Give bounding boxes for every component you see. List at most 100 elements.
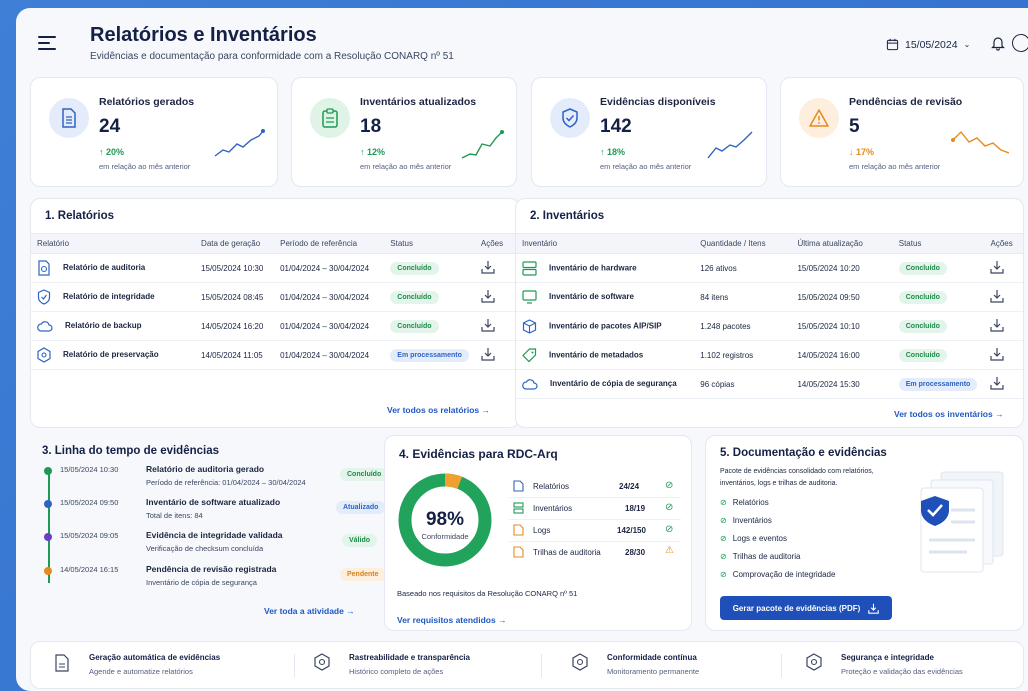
table-row[interactable]: Relatório de backup 14/05/2024 16:20 01/…: [31, 311, 519, 341]
docs-item: ⊘ Inventários: [720, 516, 835, 534]
report-date: 14/05/2024 11:05: [195, 340, 275, 370]
section-title: 4. Evidências para RDC-Arq: [399, 447, 558, 461]
check-circle-icon: ⊘: [720, 534, 727, 543]
warning-icon: ⚠: [665, 545, 674, 556]
docs-item-label: Relatórios: [732, 498, 769, 507]
report-period: 01/04/2024 – 30/04/2024: [274, 340, 385, 370]
table-row[interactable]: Relatório de integridade 15/05/2024 08:4…: [31, 282, 519, 312]
download-icon[interactable]: [990, 260, 1005, 274]
timeline-time: 15/05/2024 09:50: [60, 498, 119, 507]
feature-title: Segurança e integridade: [841, 653, 934, 662]
section-title: 3. Linha do tempo de evidências: [42, 445, 220, 457]
log-icon: [513, 524, 524, 536]
tag-icon: [522, 347, 537, 362]
avatar[interactable]: [1012, 34, 1028, 52]
inventory-name: Inventário de metadados: [549, 350, 644, 360]
security-icon: [806, 653, 822, 671]
view-all-inventories-link[interactable]: Ver todos os inventários →: [894, 409, 1004, 419]
timeline-detail: Verificação de checksum concluída: [146, 544, 264, 553]
inventory-date: 15/05/2024 10:10: [791, 311, 893, 341]
inventory-name: Inventário de hardware: [549, 263, 637, 273]
menu-icon[interactable]: [38, 36, 56, 50]
report-date: 14/05/2024 16:20: [195, 311, 275, 341]
check-circle-icon: ⊘: [665, 524, 674, 535]
divider: [294, 654, 295, 678]
docs-desc: inventários, logs e trilhas de auditoria…: [720, 480, 838, 487]
view-all-activity-link[interactable]: Ver toda a atividade →: [264, 606, 355, 616]
generate-pdf-button[interactable]: Gerar pacote de evidências (PDF): [720, 596, 892, 620]
table-row[interactable]: Inventário de pacotes AIP/SIP 1.248 paco…: [516, 311, 1023, 341]
status-badge: Concluído: [898, 261, 947, 275]
download-icon[interactable]: [990, 376, 1005, 390]
rdc-item: Logs 142/150 ⊘: [509, 520, 681, 542]
audit-trail-icon: [513, 546, 524, 558]
date-picker[interactable]: 15/05/2024 ⌄: [886, 38, 970, 51]
rdc-item-value: 142/150: [617, 526, 646, 535]
check-circle-icon: ⊘: [720, 498, 727, 507]
status-badge: Atualizado: [336, 501, 386, 514]
sparkline: [461, 130, 504, 159]
timeline-detail: Inventário de cópia de segurança: [146, 578, 257, 587]
download-icon[interactable]: [481, 318, 495, 332]
feature-sub: Histórico completo de ações: [349, 667, 444, 676]
table-row[interactable]: Inventário de cópia de segurança 96 cópi…: [516, 369, 1023, 399]
col-header: Período de referência: [274, 233, 385, 254]
cloud-icon: [522, 379, 538, 390]
timeline-title: Pendência de revisão registrada: [146, 564, 277, 574]
kpi-label: Relatórios gerados: [99, 96, 195, 108]
view-all-reports-link[interactable]: Ver todos os relatórios →: [387, 405, 490, 415]
rdc-item-value: 28/30: [625, 548, 646, 557]
timeline-time: 15/05/2024 09:05: [60, 531, 119, 540]
col-header: Status: [384, 233, 475, 254]
kpi-value: 142: [600, 116, 632, 137]
clipboard-icon: [310, 98, 350, 138]
feature-title: Rastreabilidade e transparência: [349, 653, 470, 662]
table-row[interactable]: Relatório de preservação 14/05/2024 11:0…: [31, 340, 519, 370]
col-header: Data de geração: [195, 233, 275, 254]
view-requirements-link[interactable]: Ver requisitos atendidos →: [397, 615, 507, 625]
kpi-value: 5: [849, 116, 860, 137]
report-period: 01/04/2024 – 30/04/2024: [274, 253, 385, 283]
table-row[interactable]: Inventário de software 84 itens 15/05/20…: [516, 282, 1023, 312]
download-icon: [868, 603, 880, 614]
timeline-panel: 3. Linha do tempo de evidências 15/05/20…: [30, 439, 389, 631]
monitor-icon: [522, 290, 537, 304]
download-icon[interactable]: [990, 289, 1005, 303]
kpi-label: Evidências disponíveis: [600, 96, 716, 108]
rdc-item-label: Logs: [533, 526, 551, 535]
download-icon[interactable]: [990, 318, 1005, 332]
table-row[interactable]: Inventário de hardware 126 ativos 15/05/…: [516, 253, 1023, 283]
traceability-icon: [314, 653, 330, 671]
col-header: Status: [892, 233, 985, 254]
download-icon[interactable]: [990, 347, 1005, 361]
sparkline: [707, 131, 753, 159]
download-icon[interactable]: [481, 289, 495, 303]
timeline-dot: [44, 500, 52, 508]
table-row[interactable]: Inventário de metadados 1.102 registros …: [516, 340, 1023, 370]
warning-icon: [799, 98, 839, 138]
check-circle-icon: ⊘: [720, 516, 727, 525]
inventory-qty: 96 cópias: [694, 369, 792, 399]
feature-title: Geração automática de evidências: [89, 653, 221, 662]
download-icon[interactable]: [481, 260, 495, 274]
server-icon: [513, 502, 524, 514]
kpi-delta: ↑ 20%: [99, 147, 125, 157]
table-row[interactable]: Relatório de auditoria 15/05/2024 10:30 …: [31, 253, 519, 283]
shield-check-icon: [37, 289, 51, 305]
timeline-time: 15/05/2024 10:30: [60, 465, 119, 474]
bell-icon[interactable]: [991, 35, 1005, 51]
check-circle-icon: ⊘: [720, 570, 727, 579]
report-name: Relatório de preservação: [63, 350, 159, 360]
calendar-icon: [886, 38, 899, 51]
status-badge: Concluído: [390, 319, 439, 333]
app-window: Relatórios e Inventários Evidências e do…: [16, 8, 1028, 691]
status-badge: Concluído: [898, 348, 947, 362]
inventory-name: Inventário de cópia de segurança: [550, 379, 677, 389]
date-value: 15/05/2024: [905, 38, 958, 51]
section-title: 5. Documentação e evidências: [720, 447, 887, 459]
kpi-value: 24: [99, 116, 121, 137]
report-period: 01/04/2024 – 30/04/2024: [274, 282, 385, 312]
download-icon[interactable]: [481, 347, 495, 361]
status-badge: Em processamento: [898, 377, 978, 391]
feature-sub: Monitoramento permanente: [607, 667, 700, 676]
